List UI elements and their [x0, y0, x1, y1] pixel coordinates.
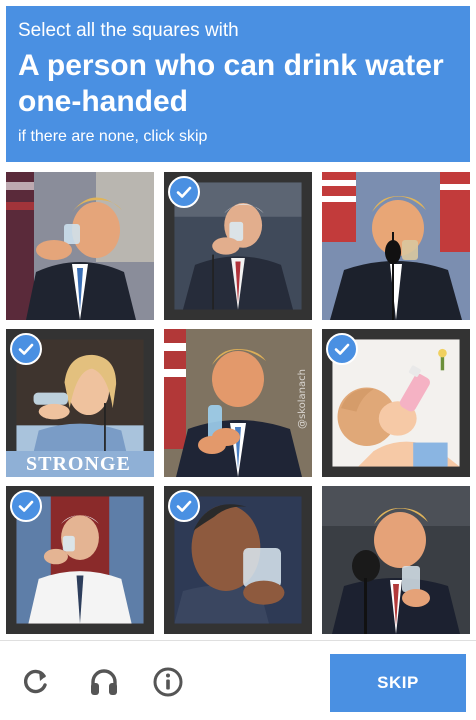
- selected-check-icon: [10, 333, 42, 365]
- instruction-target: A person who can drink water one-handed: [18, 49, 444, 118]
- instruction-hint: if there are none, click skip: [18, 128, 208, 145]
- selected-check-icon: [326, 333, 358, 365]
- skip-button[interactable]: SKIP: [330, 654, 466, 712]
- grid-tile-7[interactable]: [6, 486, 154, 634]
- selected-check-icon: [10, 490, 42, 522]
- grid-tile-9[interactable]: [322, 486, 470, 634]
- audio-challenge-button[interactable]: [82, 660, 126, 704]
- grid-tile-1[interactable]: [6, 172, 154, 320]
- headphones-icon: [91, 669, 117, 695]
- grid-tile-8[interactable]: [164, 486, 312, 634]
- footer-divider: [0, 640, 476, 641]
- image-grid: STRONGE @skolanach: [6, 172, 470, 634]
- instruction-prefix: Select all the squares with: [18, 20, 239, 41]
- grid-tile-4[interactable]: STRONGE: [6, 329, 154, 477]
- reload-icon: [23, 669, 47, 694]
- grid-tile-5[interactable]: @skolanach: [164, 329, 312, 477]
- photo-caption: STRONGE: [6, 451, 154, 477]
- grid-tile-2[interactable]: [164, 172, 312, 320]
- selected-check-icon: [168, 176, 200, 208]
- info-icon: [153, 667, 183, 697]
- photo-watermark: @skolanach: [297, 369, 308, 429]
- reload-button[interactable]: [14, 660, 58, 704]
- info-button[interactable]: [146, 660, 190, 704]
- selected-check-icon: [168, 490, 200, 522]
- grid-tile-3[interactable]: [322, 172, 470, 320]
- grid-tile-6[interactable]: [322, 329, 470, 477]
- instructions-banner: Select all the squares with A person who…: [6, 6, 470, 162]
